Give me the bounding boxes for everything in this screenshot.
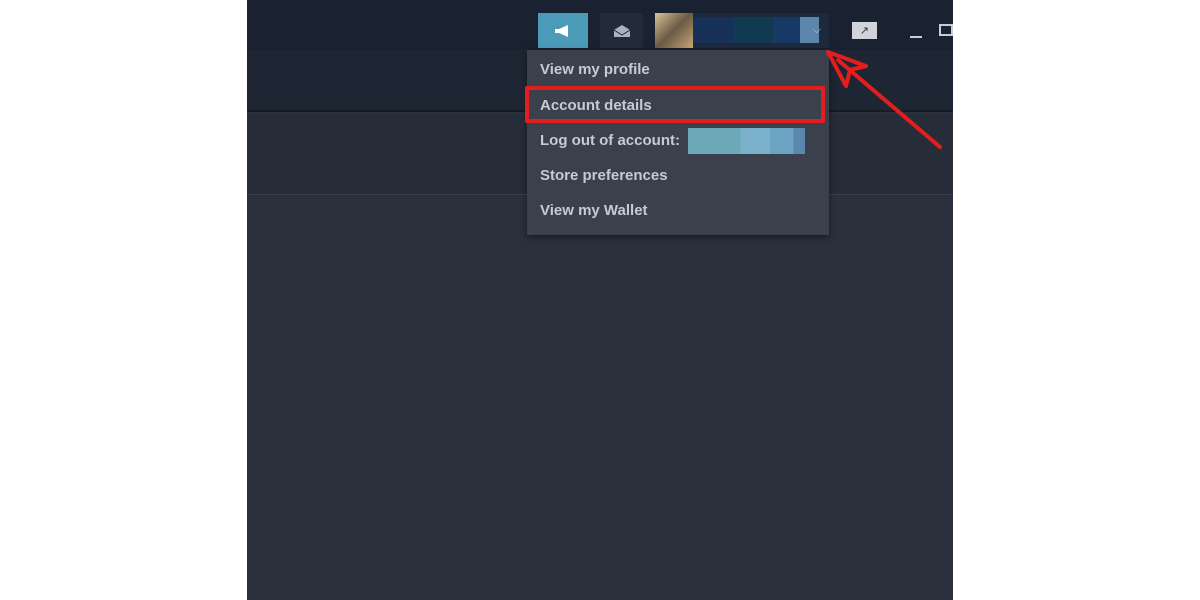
annotation-arrow-icon [826,50,942,149]
